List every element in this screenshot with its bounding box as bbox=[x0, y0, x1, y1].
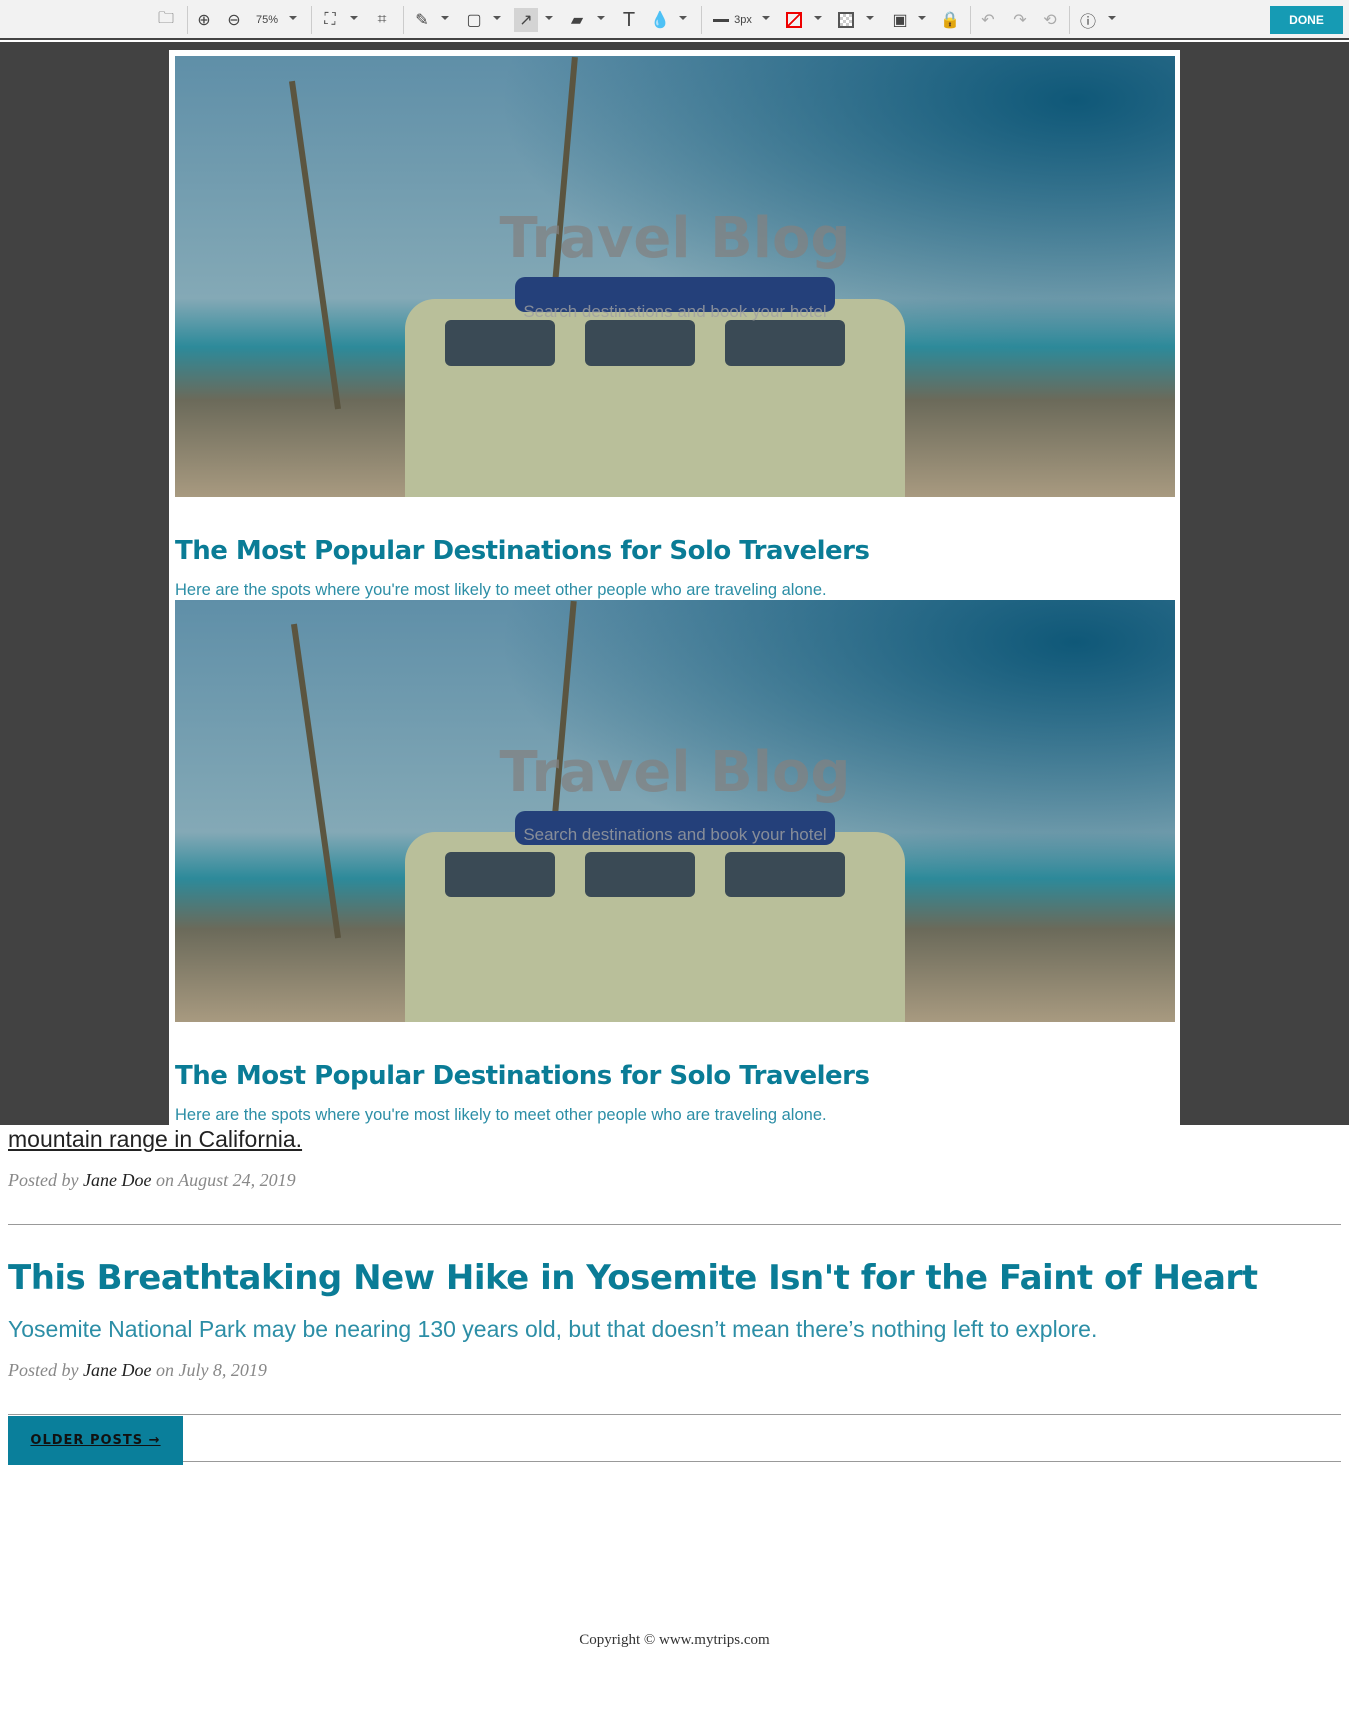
divider bbox=[8, 1461, 1341, 1462]
text-icon[interactable]: T bbox=[619, 8, 639, 32]
posted-by-label: Posted by bbox=[8, 1360, 79, 1380]
chevron-down-icon[interactable] bbox=[289, 16, 297, 20]
separator bbox=[970, 6, 971, 34]
hero-image: Travel Blog Search destinations and book… bbox=[175, 600, 1175, 1022]
zoom-out-icon[interactable]: ⊖ bbox=[224, 8, 244, 32]
editor-toolbar: 🗀 ⊕ ⊖ 75% ⛶ ⌗ ✎ ▢ ↗ ▰ T 💧 3px ▣ 🔒 ↶ ↷ ⟲ … bbox=[0, 0, 1349, 40]
post-meta: Posted by Jane Doe on July 8, 2019 bbox=[8, 1360, 267, 1381]
undo-all-icon[interactable]: ⟲ bbox=[1040, 8, 1060, 32]
lock-icon[interactable]: 🔒 bbox=[940, 8, 960, 32]
older-posts-button[interactable]: OLDER POSTS → bbox=[8, 1416, 183, 1465]
crop-icon[interactable]: ⌗ bbox=[372, 8, 392, 32]
chevron-down-icon[interactable] bbox=[1108, 16, 1116, 20]
hero-title: Travel Blog bbox=[499, 740, 851, 805]
hero-subtitle: Search destinations and book your hotel bbox=[523, 302, 827, 321]
pencil-icon[interactable]: ✎ bbox=[412, 8, 432, 32]
zoom-in-icon[interactable]: ⊕ bbox=[194, 8, 214, 32]
author-link[interactable]: Jane Doe bbox=[83, 1360, 151, 1380]
separator bbox=[1069, 6, 1070, 34]
fill-color-icon[interactable] bbox=[838, 12, 854, 28]
chevron-down-icon[interactable] bbox=[350, 16, 358, 20]
stroke-width-dropdown[interactable]: 3px bbox=[731, 8, 755, 32]
separator bbox=[403, 6, 404, 34]
chevron-down-icon[interactable] bbox=[545, 16, 553, 20]
author-link[interactable]: Jane Doe bbox=[83, 1170, 151, 1190]
van-shape bbox=[405, 298, 905, 497]
van-shape bbox=[405, 832, 905, 1022]
line-width-icon[interactable] bbox=[712, 8, 730, 32]
post-title[interactable]: This Breathtaking New Hike in Yosemite I… bbox=[8, 1258, 1258, 1298]
arrow-icon[interactable]: ↗ bbox=[514, 8, 538, 32]
zoom-level-dropdown[interactable]: 75% bbox=[252, 8, 282, 32]
hero-title: Travel Blog bbox=[499, 206, 851, 271]
post-meta: Posted by Jane Doe on August 24, 2019 bbox=[8, 1170, 296, 1191]
info-icon[interactable]: ⓘ bbox=[1078, 8, 1098, 32]
divider bbox=[8, 1414, 1341, 1415]
separator bbox=[701, 6, 702, 34]
on-label: on bbox=[155, 1360, 174, 1380]
chevron-down-icon[interactable] bbox=[493, 16, 501, 20]
callout-icon[interactable]: ▰ bbox=[567, 8, 587, 32]
shadow-icon[interactable]: ▣ bbox=[890, 8, 910, 32]
undo-icon[interactable]: ↶ bbox=[978, 8, 998, 32]
chevron-down-icon[interactable] bbox=[866, 16, 874, 20]
hero-image: Travel Blog Search destinations and book… bbox=[175, 56, 1175, 497]
open-folder-icon[interactable]: 🗀 bbox=[156, 8, 176, 32]
chevron-down-icon[interactable] bbox=[762, 16, 770, 20]
chevron-down-icon[interactable] bbox=[814, 16, 822, 20]
divider bbox=[8, 1224, 1341, 1225]
post-subtitle: Here are the spots where you're most lik… bbox=[175, 1106, 827, 1124]
hero-subtitle: Search destinations and book your hotel bbox=[523, 825, 827, 844]
redo-icon[interactable]: ↷ bbox=[1010, 8, 1030, 32]
post-date: July 8, 2019 bbox=[178, 1360, 267, 1380]
post-subtitle: Yosemite National Park may be nearing 13… bbox=[8, 1316, 1098, 1342]
screenshot-canvas: Travel Blog Search destinations and book… bbox=[0, 42, 1349, 1125]
done-button[interactable]: DONE bbox=[1270, 6, 1343, 34]
fit-screen-icon[interactable]: ⛶ bbox=[320, 8, 340, 32]
chevron-down-icon[interactable] bbox=[918, 16, 926, 20]
chevron-down-icon[interactable] bbox=[679, 16, 687, 20]
posted-by-label: Posted by bbox=[8, 1170, 79, 1190]
rectangle-icon[interactable]: ▢ bbox=[464, 8, 484, 32]
chevron-down-icon[interactable] bbox=[441, 16, 449, 20]
post-subtitle: Here are the spots where you're most lik… bbox=[175, 581, 827, 599]
post-title[interactable]: The Most Popular Destinations for Solo T… bbox=[175, 536, 870, 566]
chevron-down-icon[interactable] bbox=[597, 16, 605, 20]
post-link[interactable]: mountain range in California. bbox=[8, 1126, 302, 1153]
captured-page: Travel Blog Search destinations and book… bbox=[169, 50, 1180, 1125]
stroke-color-icon[interactable] bbox=[786, 12, 802, 28]
on-label: on bbox=[155, 1170, 174, 1190]
separator bbox=[187, 6, 188, 34]
post-title[interactable]: The Most Popular Destinations for Solo T… bbox=[175, 1061, 870, 1091]
separator bbox=[311, 6, 312, 34]
fill-drop-icon[interactable]: 💧 bbox=[650, 8, 670, 32]
copyright: Copyright © www.mytrips.com bbox=[579, 1632, 770, 1648]
post-date: August 24, 2019 bbox=[178, 1170, 296, 1190]
